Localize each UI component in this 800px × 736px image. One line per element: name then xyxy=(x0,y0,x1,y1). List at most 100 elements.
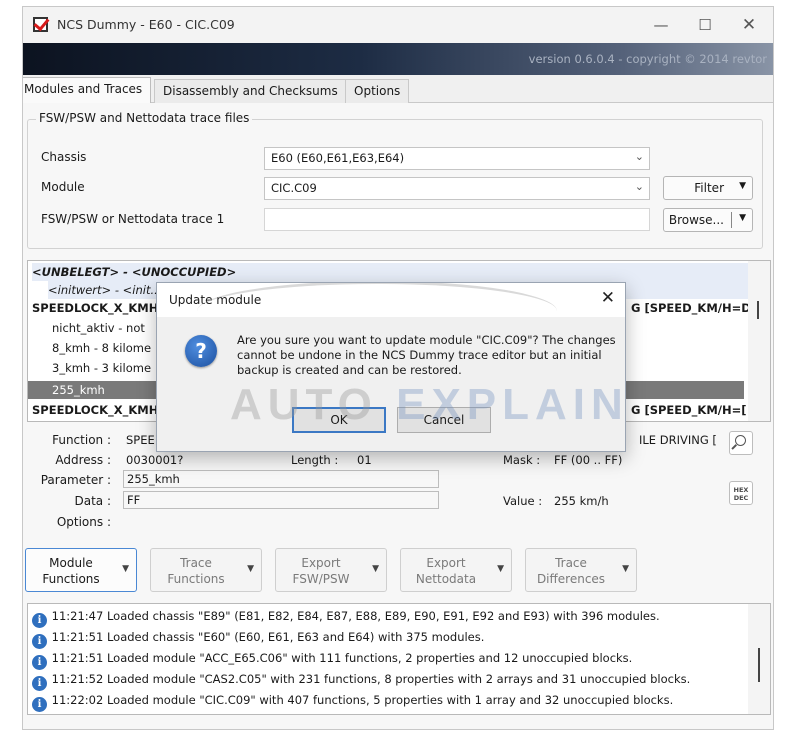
export-fsw-psw-button[interactable]: Export FSW/PSW ▼ xyxy=(275,548,387,592)
split-divider xyxy=(731,212,732,228)
log-text: 11:21:51 Loaded module "ACC_E65.C06" wit… xyxy=(51,651,633,665)
scrollbar-thumb[interactable] xyxy=(757,301,759,319)
action-button-row: Module Functions ▼ Trace Functions ▼ Exp… xyxy=(25,548,765,594)
tab-disassembly-and-checksums[interactable]: Disassembly and Checksums xyxy=(154,79,347,103)
chassis-select[interactable]: E60 (E60,E61,E63,E64) ⌄ xyxy=(264,147,650,170)
log-entry: i 11:21:51 Loaded module "ACC_E65.C06" w… xyxy=(32,648,633,670)
tree-row-text: SPEEDLOCK_X_KMH_ xyxy=(32,403,165,417)
module-value: CIC.C09 xyxy=(271,181,317,195)
tree-row-text: <initwert> - <init... xyxy=(48,283,162,297)
button-line-2: Nettodata xyxy=(415,572,477,586)
module-label: Module xyxy=(41,180,85,194)
function-label: Function : xyxy=(52,433,111,447)
tree-row-text: 3_kmh - 3 kilome xyxy=(52,361,152,375)
parameter-label: Parameter : xyxy=(40,473,111,487)
version-banner: version 0.6.0.4 - copyright © 2014 revto… xyxy=(23,43,773,75)
dropdown-arrow-icon: ▼ xyxy=(247,564,254,574)
log-text: 11:21:51 Loaded chassis "E60" (E60, E61,… xyxy=(51,630,485,644)
export-nettodata-button[interactable]: Export Nettodata ▼ xyxy=(400,548,512,592)
trace-functions-button[interactable]: Trace Functions ▼ xyxy=(150,548,262,592)
trace-differences-button[interactable]: Trace Differences ▼ xyxy=(525,548,637,592)
tree-row[interactable]: <UNBELEGT> - <UNOCCUPIED> xyxy=(32,263,752,281)
function-value: SPEE xyxy=(126,433,155,447)
version-text: version 0.6.0.4 - copyright © 2014 revto… xyxy=(528,52,767,66)
button-line-2: Functions xyxy=(167,572,225,586)
log-panel[interactable]: i 11:21:47 Loaded chassis "E89" (E81, E8… xyxy=(27,603,771,715)
dec-label: DEC xyxy=(733,494,749,502)
title-bar: NCS Dummy - E60 - CIC.C09 — ☐ ✕ xyxy=(23,7,773,43)
address-value: 0030001? xyxy=(126,453,184,467)
dropdown-arrow-icon: ▼ xyxy=(622,564,629,574)
tree-row-text: 8_kmh - 8 kilome xyxy=(52,341,152,355)
chassis-value: E60 (E60,E61,E63,E64) xyxy=(271,151,405,165)
dialog-message: Are you sure you want to update module "… xyxy=(237,333,616,377)
scrollbar-thumb[interactable] xyxy=(758,648,760,682)
mask-value: FF (00 .. FF) xyxy=(554,453,623,467)
value-value: 255 km/h xyxy=(554,494,609,508)
length-value: 01 xyxy=(357,453,372,467)
button-line-1: Trace xyxy=(555,556,587,570)
tab-options[interactable]: Options xyxy=(345,79,410,103)
dropdown-arrow-icon: ▼ xyxy=(497,564,504,574)
tree-row-text: SPEEDLOCK_X_KMH_ xyxy=(32,301,165,315)
log-entry: i 11:21:47 Loaded chassis "E89" (E81, E8… xyxy=(32,606,660,628)
tab-bar: Modules and Traces Disassembly and Check… xyxy=(23,77,773,104)
module-functions-button[interactable]: Module Functions ▼ xyxy=(25,548,137,592)
tree-row-right-text: G [SPEED_KM/H=D xyxy=(631,301,751,315)
minimize-button[interactable]: — xyxy=(639,11,683,39)
chassis-label: Chassis xyxy=(41,150,87,164)
app-checkbox-icon xyxy=(33,17,48,32)
parameter-field[interactable]: 255_kmh xyxy=(123,470,439,488)
log-entry: i 11:22:02 Loaded module "CIC.C09" with … xyxy=(32,690,674,712)
magnifier-icon xyxy=(735,435,746,446)
dropdown-arrow-icon: ▼ xyxy=(739,181,746,191)
dropdown-arrow-icon: ▼ xyxy=(372,564,379,574)
log-scrollbar[interactable] xyxy=(748,604,770,714)
chevron-down-icon: ⌄ xyxy=(634,180,644,193)
log-text: 11:21:52 Loaded module "CAS2.C05" with 2… xyxy=(51,672,691,686)
tab-modules-and-traces[interactable]: Modules and Traces xyxy=(23,77,152,104)
trace-files-group: FSW/PSW and Nettodata trace files Chassi… xyxy=(27,111,763,249)
value-label: Value : xyxy=(503,494,543,508)
button-line-1: Module xyxy=(49,556,93,570)
length-label: Length : xyxy=(291,453,339,467)
button-line-2: FSW/PSW xyxy=(292,572,350,586)
trace-file-input[interactable] xyxy=(264,208,650,231)
browse-label: Browse... xyxy=(668,213,724,227)
log-text: 11:22:02 Loaded module "CIC.C09" with 40… xyxy=(51,693,674,707)
watermark-logo: AUTO EXPLAIN xyxy=(230,380,629,430)
mask-label: Mask : xyxy=(503,453,541,467)
tree-row-text: 255_kmh xyxy=(52,383,105,397)
trace-label: FSW/PSW or Nettodata trace 1 xyxy=(41,212,225,226)
hex-dec-toggle-button[interactable]: HEX DEC xyxy=(729,481,753,505)
watermark-part2: EXPLAIN xyxy=(396,380,629,429)
tree-row-right-text: G [SPEED_KM/H=[ xyxy=(631,403,747,417)
maximize-button[interactable]: ☐ xyxy=(683,11,727,39)
data-value: FF xyxy=(127,493,141,507)
tree-row-text: nicht_aktiv - not xyxy=(52,321,145,335)
dropdown-arrow-icon: ▼ xyxy=(122,564,129,574)
options-label: Options : xyxy=(56,515,111,529)
info-icon: i xyxy=(32,634,47,649)
browse-button[interactable]: Browse... ▼ xyxy=(663,208,753,232)
button-line-1: Trace xyxy=(180,556,212,570)
button-line-1: Export xyxy=(301,556,341,570)
tree-scrollbar[interactable] xyxy=(748,261,770,421)
close-window-button[interactable]: ✕ xyxy=(727,11,771,39)
log-entry: i 11:21:52 Loaded module "CAS2.C05" with… xyxy=(32,669,691,691)
data-field[interactable]: FF xyxy=(123,491,439,509)
chevron-down-icon: ⌄ xyxy=(634,150,644,163)
button-line-2: Differences xyxy=(536,572,606,586)
info-icon: i xyxy=(32,613,47,628)
info-icon: i xyxy=(32,655,47,670)
address-label: Address : xyxy=(55,453,111,467)
tree-row-text: <UNBELEGT> - <UNOCCUPIED> xyxy=(32,265,237,279)
filter-button[interactable]: Filter ▼ xyxy=(663,176,753,200)
dialog-close-button[interactable]: ✕ xyxy=(601,288,615,308)
group-title: FSW/PSW and Nettodata trace files xyxy=(36,111,253,125)
search-button[interactable] xyxy=(729,431,753,455)
module-select[interactable]: CIC.C09 ⌄ xyxy=(264,177,650,200)
info-icon: i xyxy=(32,676,47,691)
hex-label: HEX xyxy=(733,486,749,494)
log-text: 11:21:47 Loaded chassis "E89" (E81, E82,… xyxy=(51,609,660,623)
